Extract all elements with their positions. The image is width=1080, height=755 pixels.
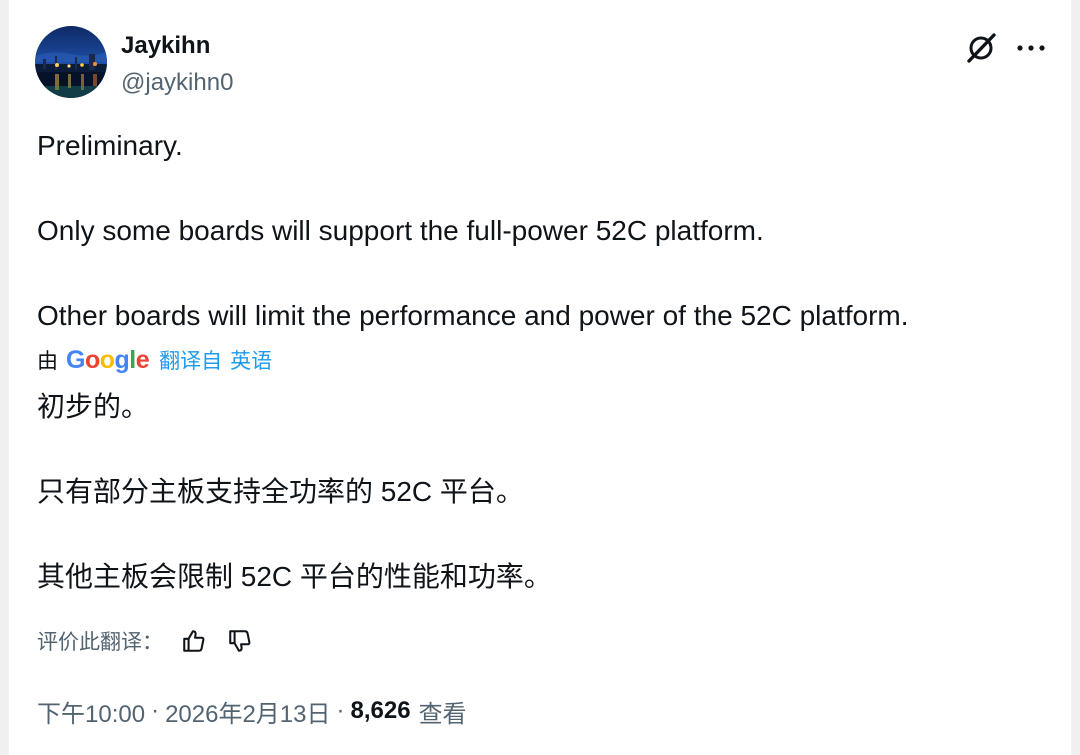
author-name[interactable]: Jaykihn (121, 30, 210, 62)
google-logo-letter: o (84, 345, 100, 374)
grok-icon (967, 33, 996, 63)
avatar[interactable] (35, 26, 107, 98)
rate-translation-label: 评价此翻译： (37, 631, 163, 654)
google-logo-letter: e (135, 345, 150, 374)
translated-paragraph: 初步的。 (37, 391, 150, 422)
views-count: 8,626 (350, 697, 411, 724)
thumbs-up-icon (183, 630, 205, 652)
tweet-paragraph: Only some boards will support the full-p… (37, 215, 764, 246)
more-button[interactable] (1011, 28, 1051, 68)
google-logo-letter: G (66, 345, 85, 374)
google-logo-letter: g (114, 345, 130, 374)
tweet-time[interactable]: 下午10:00 (37, 694, 145, 729)
translated-paragraph: 其他主板会限制 52C 平台的性能和功率。 (37, 561, 552, 592)
author-handle[interactable]: @jaykihn0 (121, 68, 233, 98)
thumbs-down-button[interactable] (223, 624, 257, 658)
meta-separator: · (151, 697, 160, 724)
tweet-meta: 下午10:00 · 2026年2月13日 · 8,626 查看 (37, 694, 467, 728)
translated-paragraph: 只有部分主板支持全功率的 52C 平台。 (37, 476, 524, 507)
rate-translation: 评价此翻译： (37, 624, 257, 658)
tweet-paragraph: Preliminary. (37, 130, 183, 161)
google-logo: Google (66, 345, 150, 375)
translated-by-label: 由 (37, 350, 58, 373)
translated-from-link[interactable]: 翻译自 (159, 345, 222, 375)
meta-separator: · (336, 697, 345, 724)
avatar-image (35, 26, 107, 98)
tweet-date[interactable]: 2026年2月13日 (165, 694, 330, 729)
thumbs-down-icon (229, 630, 251, 652)
more-icon (1017, 45, 1045, 51)
google-logo-letter: o (99, 345, 115, 374)
source-language-link[interactable]: 英语 (230, 345, 272, 375)
tweet-card: Jaykihn @jaykihn0 Preliminary. Only some… (8, 0, 1072, 755)
tweet-paragraph: Other boards will limit the performance … (37, 300, 909, 331)
views-label: 查看 (418, 700, 467, 728)
thumbs-up-button[interactable] (177, 624, 211, 658)
translation-attribution: 由 Google 翻译自 英语 (37, 344, 272, 376)
grok-button[interactable] (961, 28, 1001, 68)
